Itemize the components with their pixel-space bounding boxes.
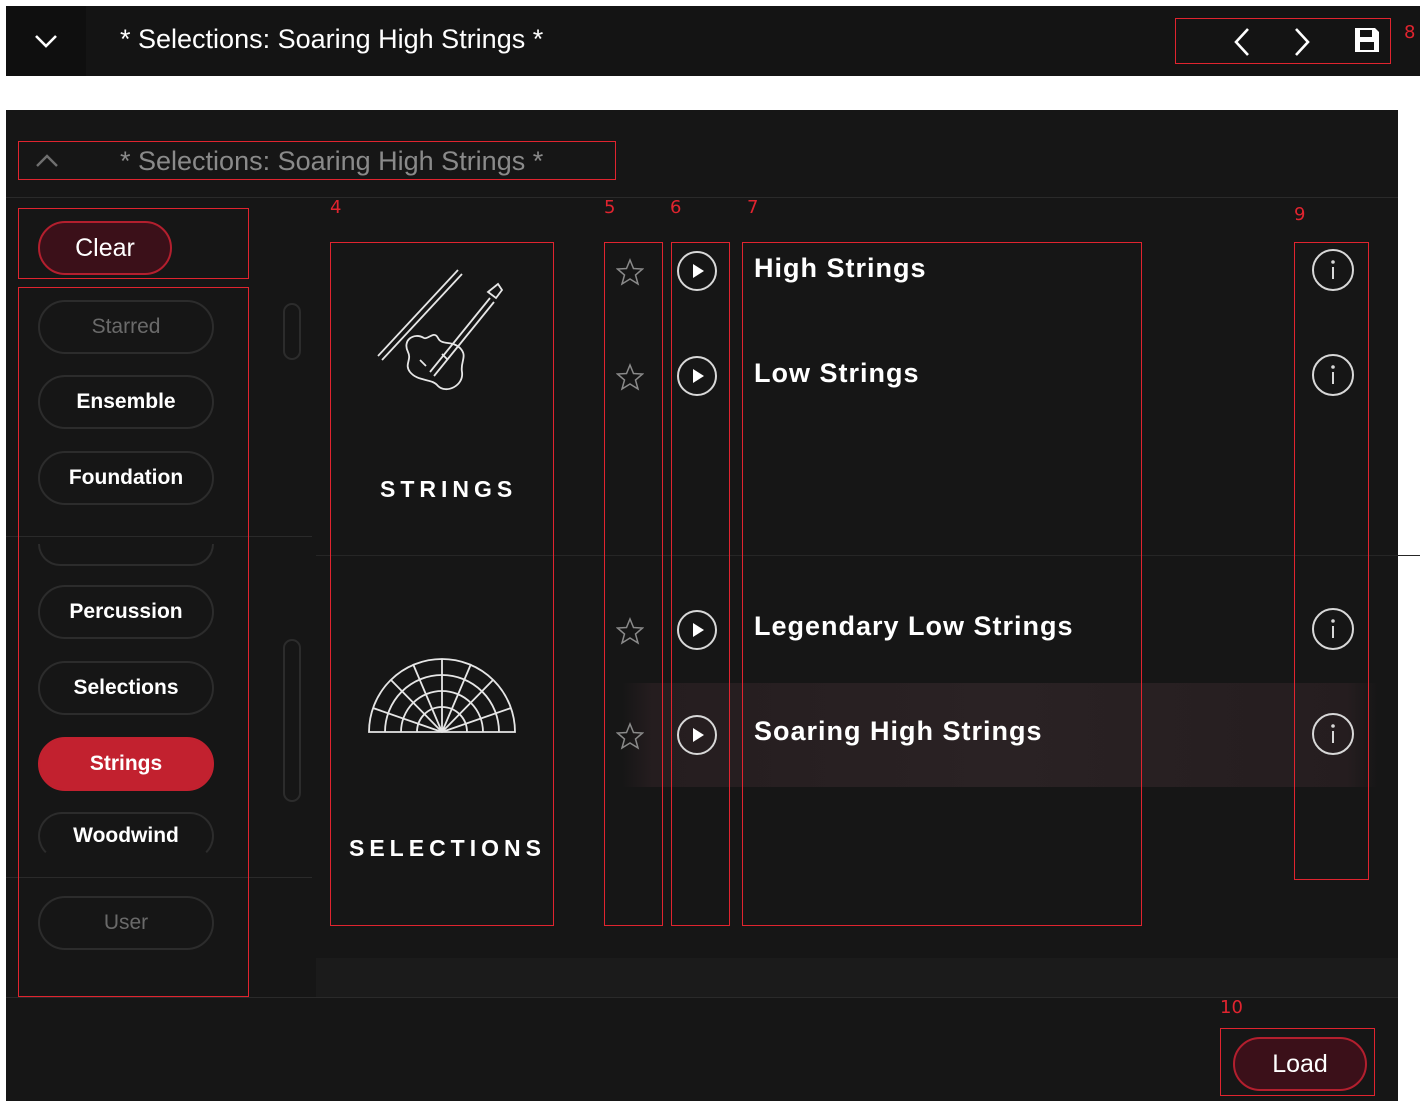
partial-category-pill (38, 544, 214, 566)
play-icon[interactable] (676, 250, 718, 292)
play-icon[interactable] (676, 714, 718, 756)
divider (6, 536, 312, 537)
expand-browser-button[interactable] (6, 6, 86, 76)
annotation-number-7: 7 (747, 197, 759, 218)
star-icon[interactable] (616, 258, 644, 286)
previous-preset-button[interactable] (1230, 26, 1254, 58)
category-scrollbar-top[interactable] (283, 303, 301, 360)
category-foundation[interactable]: Foundation (38, 451, 214, 505)
category-scrollbar-bottom[interactable] (283, 639, 301, 802)
annotation-number-4: 4 (330, 197, 342, 218)
clear-button[interactable]: Clear (38, 221, 172, 275)
category-selections[interactable]: Selections (38, 661, 214, 715)
category-ensemble[interactable]: Ensemble (38, 375, 214, 429)
preset-item[interactable]: Low Strings (754, 358, 920, 389)
preset-header-bar: * Selections: Soaring High Strings * (6, 6, 1420, 76)
preset-item[interactable]: High Strings (754, 253, 927, 284)
preset-item[interactable]: Legendary Low Strings (754, 611, 1074, 642)
divider (6, 197, 1398, 198)
play-icon[interactable] (676, 609, 718, 651)
category-user[interactable]: User (38, 896, 214, 950)
section-divider (316, 555, 1420, 556)
category-strings[interactable]: Strings (38, 737, 214, 791)
annotation-number-10: 10 (1220, 997, 1243, 1018)
info-icon[interactable] (1311, 353, 1355, 397)
annotation-number-6: 6 (670, 197, 682, 218)
play-icon[interactable] (676, 355, 718, 397)
category-starred[interactable]: Starred (38, 300, 214, 354)
group-label-selections: SELECTIONS (349, 835, 546, 861)
info-icon[interactable] (1311, 712, 1355, 756)
category-percussion[interactable]: Percussion (38, 585, 214, 639)
next-preset-button[interactable] (1290, 26, 1314, 58)
annotation-number-9: 9 (1294, 204, 1306, 225)
violin-icon (377, 269, 504, 391)
star-icon[interactable] (616, 363, 644, 391)
chevron-down-icon (35, 35, 57, 48)
content-scroll-track (316, 958, 1398, 998)
divider (6, 877, 312, 878)
chevron-up-icon[interactable] (34, 152, 60, 170)
group-label-strings: STRINGS (380, 476, 518, 502)
divider (6, 997, 1398, 998)
load-button[interactable]: Load (1233, 1037, 1367, 1091)
preset-item-selected[interactable]: Soaring High Strings (754, 716, 1043, 747)
annotation-number-5: 5 (604, 197, 616, 218)
annotation-number-8: 8 (1404, 22, 1416, 43)
info-icon[interactable] (1311, 248, 1355, 292)
info-icon[interactable] (1311, 607, 1355, 651)
category-woodwind[interactable]: Woodwind (38, 812, 214, 860)
orchestra-seating-icon (368, 658, 516, 733)
star-icon[interactable] (616, 722, 644, 750)
browser-title: * Selections: Soaring High Strings * (120, 146, 544, 176)
preset-title: * Selections: Soaring High Strings * (120, 24, 544, 54)
save-icon[interactable] (1353, 26, 1381, 54)
star-icon[interactable] (616, 617, 644, 645)
